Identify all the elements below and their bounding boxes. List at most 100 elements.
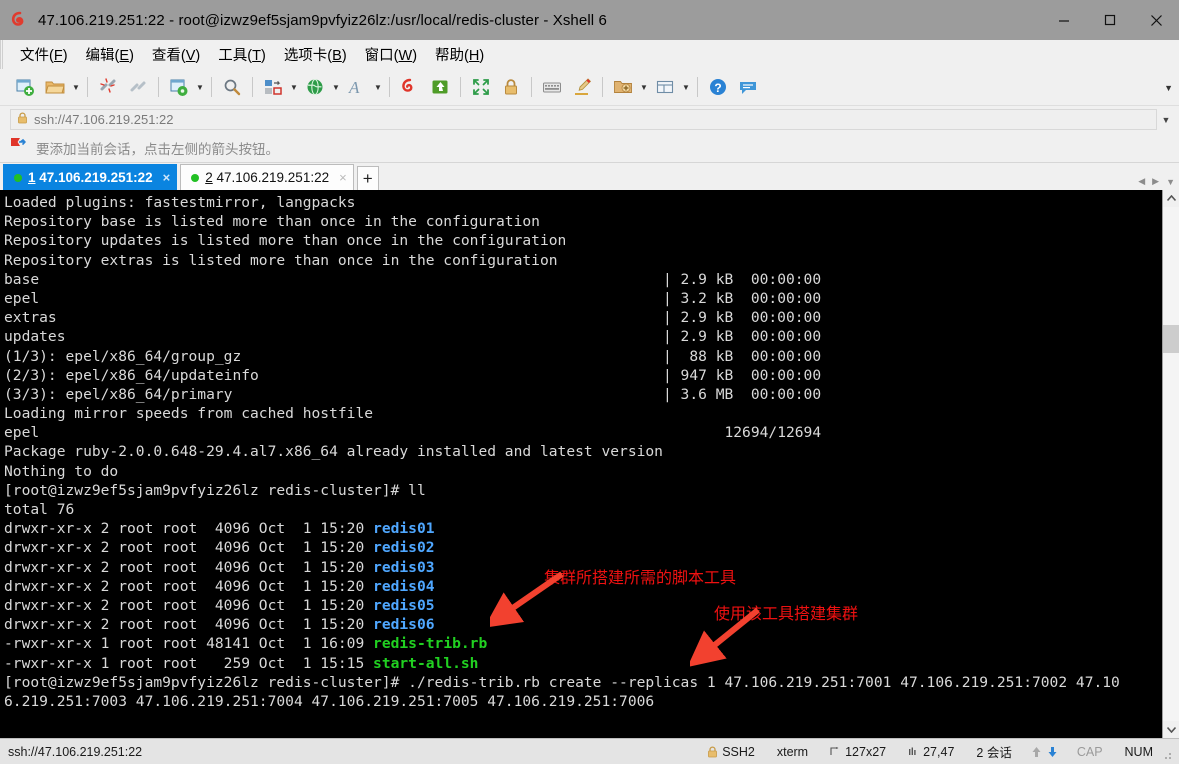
- terminal-line: extras | 2.9 kB 00:00:00: [4, 308, 1162, 327]
- terminal-text: redis02: [373, 539, 435, 557]
- resize-icon: [830, 746, 840, 757]
- terminal-text: drwxr-xr-x 2 root root 4096 Oct 1 15:20: [4, 558, 374, 576]
- layout-icon[interactable]: [651, 73, 679, 101]
- terminal-text: Loading mirror speeds from cached hostfi…: [4, 405, 374, 423]
- tab-close-icon[interactable]: ×: [163, 170, 171, 185]
- toolbar-separator: [252, 77, 253, 97]
- status-protocol-text: SSH2: [722, 744, 755, 759]
- terminal-text: epel: [4, 289, 40, 307]
- status-lock-icon: [707, 745, 718, 758]
- menu-item-h[interactable]: 帮助(H): [426, 40, 493, 69]
- toolbar-separator: [602, 77, 603, 97]
- session-hint-text: 要添加当前会话，点击左侧的箭头按钮。: [36, 141, 279, 157]
- menu-item-f[interactable]: 文件(F): [11, 40, 77, 69]
- terminal-line: (1/3): epel/x86_64/group_gz | 88 kB 00:0…: [4, 347, 1162, 366]
- tab-prev-icon[interactable]: ◀: [1138, 176, 1145, 187]
- terminal-line: -rwxr-xr-x 1 root root 259 Oct 1 15:15 s…: [4, 654, 1162, 673]
- open-folder-icon[interactable]: [41, 73, 69, 101]
- terminal-text: redis04: [373, 577, 435, 595]
- menu-item-w[interactable]: 窗口(W): [356, 40, 426, 69]
- keyboard-icon[interactable]: [538, 73, 566, 101]
- tab-label: 1 47.106.219.251:22: [28, 170, 153, 185]
- add-folder-icon[interactable]: [609, 73, 637, 101]
- terminal-line: Package ruby-2.0.0.648-29.4.al7.x86_64 a…: [4, 442, 1162, 461]
- status-cursor-cell: 27,47: [897, 745, 965, 759]
- terminal-text: -rwxr-xr-x 1 root root 48141 Oct 1 16:09: [4, 635, 374, 653]
- tab-label: 2 47.106.219.251:22: [205, 170, 330, 185]
- disconnect-icon[interactable]: [94, 73, 122, 101]
- status-url: ssh://47.106.219.251:22: [8, 744, 143, 759]
- toolbar-overflow-icon[interactable]: ▼: [1164, 69, 1173, 106]
- terminal-text: epel: [4, 424, 40, 442]
- resize-grip-icon[interactable]: [1161, 748, 1173, 761]
- terminal-text: updates: [4, 328, 66, 346]
- toolbar: ▼ ▼ ▼ ▼ A ▼ ▼ ▼ ? ▼: [0, 69, 1179, 106]
- terminal-text: total 76: [4, 501, 75, 518]
- font-dropdown-icon[interactable]: ▼: [372, 73, 384, 101]
- help-icon[interactable]: ?: [704, 73, 732, 101]
- terminal-text: base: [4, 270, 40, 288]
- menu-item-e[interactable]: 编辑(E): [77, 40, 143, 69]
- fullscreen-icon[interactable]: [467, 73, 495, 101]
- globe-dropdown-icon[interactable]: ▼: [330, 73, 342, 101]
- layout-dropdown-icon[interactable]: ▼: [680, 73, 692, 101]
- terminal-output[interactable]: Loaded plugins: fastestmirror, langpacks…: [0, 190, 1162, 738]
- cursor-position-icon: [908, 746, 918, 757]
- session-properties-icon[interactable]: [165, 73, 193, 101]
- terminal-text: Nothing to do: [4, 462, 119, 480]
- terminal-text: | 2.9 kB 00:00:00: [56, 309, 822, 327]
- tab-list-icon[interactable]: ▼: [1166, 177, 1175, 187]
- terminal-line: drwxr-xr-x 2 root root 4096 Oct 1 15:20 …: [4, 577, 1162, 596]
- file-transfer-icon[interactable]: [259, 73, 287, 101]
- scrollbar-thumb[interactable]: [1162, 325, 1179, 353]
- green-file-icon[interactable]: [426, 73, 454, 101]
- svg-text:A: A: [348, 78, 360, 97]
- chat-icon[interactable]: [734, 73, 762, 101]
- menu-item-t[interactable]: 工具(T): [209, 40, 275, 69]
- terminal-line: 6.219.251:7003 47.106.219.251:7004 47.10…: [4, 692, 1162, 711]
- nautilus-shell-icon[interactable]: [396, 73, 424, 101]
- new-tab-button[interactable]: +: [356, 166, 379, 190]
- arrow-down-icon: [1047, 746, 1058, 758]
- tab-next-icon[interactable]: ▶: [1152, 176, 1159, 187]
- terminal-line: drwxr-xr-x 2 root root 4096 Oct 1 15:20 …: [4, 596, 1162, 615]
- menu-item-b[interactable]: 选项卡(B): [275, 40, 356, 69]
- tab-close-icon[interactable]: ×: [339, 170, 347, 185]
- globe-icon[interactable]: [301, 73, 329, 101]
- svg-text:?: ?: [714, 81, 721, 95]
- terminal-text: start-all.sh: [373, 654, 479, 672]
- new-session-icon[interactable]: [11, 73, 39, 101]
- reconnect-icon[interactable]: [124, 73, 152, 101]
- add-folder-dropdown-icon[interactable]: ▼: [638, 73, 650, 101]
- close-button[interactable]: [1133, 0, 1179, 40]
- address-dropdown-icon[interactable]: ▼: [1157, 115, 1175, 125]
- address-input[interactable]: ssh://47.106.219.251:22: [10, 109, 1157, 130]
- status-num-indicator: NUM: [1124, 744, 1153, 759]
- status-transfer-indicators: [1023, 746, 1066, 758]
- open-folder-dropdown-icon[interactable]: ▼: [70, 73, 82, 101]
- terminal-text: -rwxr-xr-x 1 root root 259 Oct 1 15:15: [4, 654, 374, 672]
- lock-icon[interactable]: [497, 73, 525, 101]
- session-properties-dropdown-icon[interactable]: ▼: [194, 73, 206, 101]
- session-hint-bar: 要添加当前会话，点击左侧的箭头按钮。: [0, 133, 1179, 163]
- terminal-scrollbar[interactable]: [1162, 190, 1179, 738]
- scrollbar-track[interactable]: [1162, 207, 1179, 721]
- address-text: ssh://47.106.219.251:22: [34, 112, 174, 127]
- minimize-button[interactable]: [1041, 0, 1087, 40]
- font-icon[interactable]: A: [343, 73, 371, 101]
- toolbar-separator: [389, 77, 390, 97]
- search-icon[interactable]: [218, 73, 246, 101]
- file-transfer-dropdown-icon[interactable]: ▼: [288, 73, 300, 101]
- tab-strip: 1 47.106.219.251:22 × 2 47.106.219.251:22 ×…: [0, 163, 1179, 190]
- tab-1[interactable]: 1 47.106.219.251:22 ×: [3, 164, 178, 190]
- terminal-line: updates | 2.9 kB 00:00:00: [4, 327, 1162, 346]
- tab-2[interactable]: 2 47.106.219.251:22 ×: [180, 164, 354, 190]
- terminal-line: Loaded plugins: fastestmirror, langpacks: [4, 193, 1162, 212]
- menu-item-v[interactable]: 查看(V): [143, 40, 209, 69]
- highlight-pen-icon[interactable]: [568, 73, 596, 101]
- terminal-text: Repository extras is listed more than on…: [4, 251, 558, 269]
- scroll-down-icon[interactable]: [1162, 721, 1179, 738]
- maximize-button[interactable]: [1087, 0, 1133, 40]
- scroll-up-icon[interactable]: [1162, 190, 1179, 207]
- toolbar-separator: [158, 77, 159, 97]
